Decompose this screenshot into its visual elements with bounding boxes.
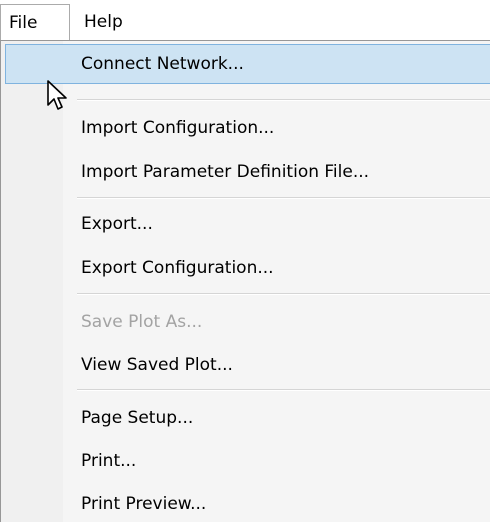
menu-item-print[interactable]: Print... bbox=[5, 441, 490, 481]
menu-file[interactable]: File bbox=[0, 4, 70, 40]
menu-bar: File Help bbox=[0, 0, 490, 40]
menu-item-import-parameter-definition-file[interactable]: Import Parameter Definition File... bbox=[5, 152, 490, 192]
file-menu-dropdown: Connect Network... Import Configuration.… bbox=[0, 40, 490, 522]
app-window: File Help Connect Network... Import Conf… bbox=[0, 0, 490, 522]
menu-separator bbox=[77, 293, 490, 295]
menu-item-export[interactable]: Export... bbox=[5, 204, 490, 244]
menu-item-import-configuration[interactable]: Import Configuration... bbox=[5, 108, 490, 148]
mouse-pointer-icon bbox=[47, 80, 67, 110]
menu-item-save-plot-as: Save Plot As... bbox=[81, 312, 203, 332]
menu-item-export-configuration[interactable]: Export Configuration... bbox=[5, 248, 490, 288]
menu-separator bbox=[77, 389, 490, 391]
menu-item-view-saved-plot[interactable]: View Saved Plot... bbox=[5, 345, 490, 385]
menu-item-print-preview[interactable]: Print Preview... bbox=[5, 484, 490, 522]
menu-separator bbox=[77, 99, 490, 101]
menu-item-connect-network[interactable]: Connect Network... bbox=[5, 44, 490, 84]
menu-item-page-setup[interactable]: Page Setup... bbox=[5, 398, 490, 438]
menu-help[interactable]: Help bbox=[74, 4, 154, 40]
menu-separator bbox=[77, 197, 490, 199]
